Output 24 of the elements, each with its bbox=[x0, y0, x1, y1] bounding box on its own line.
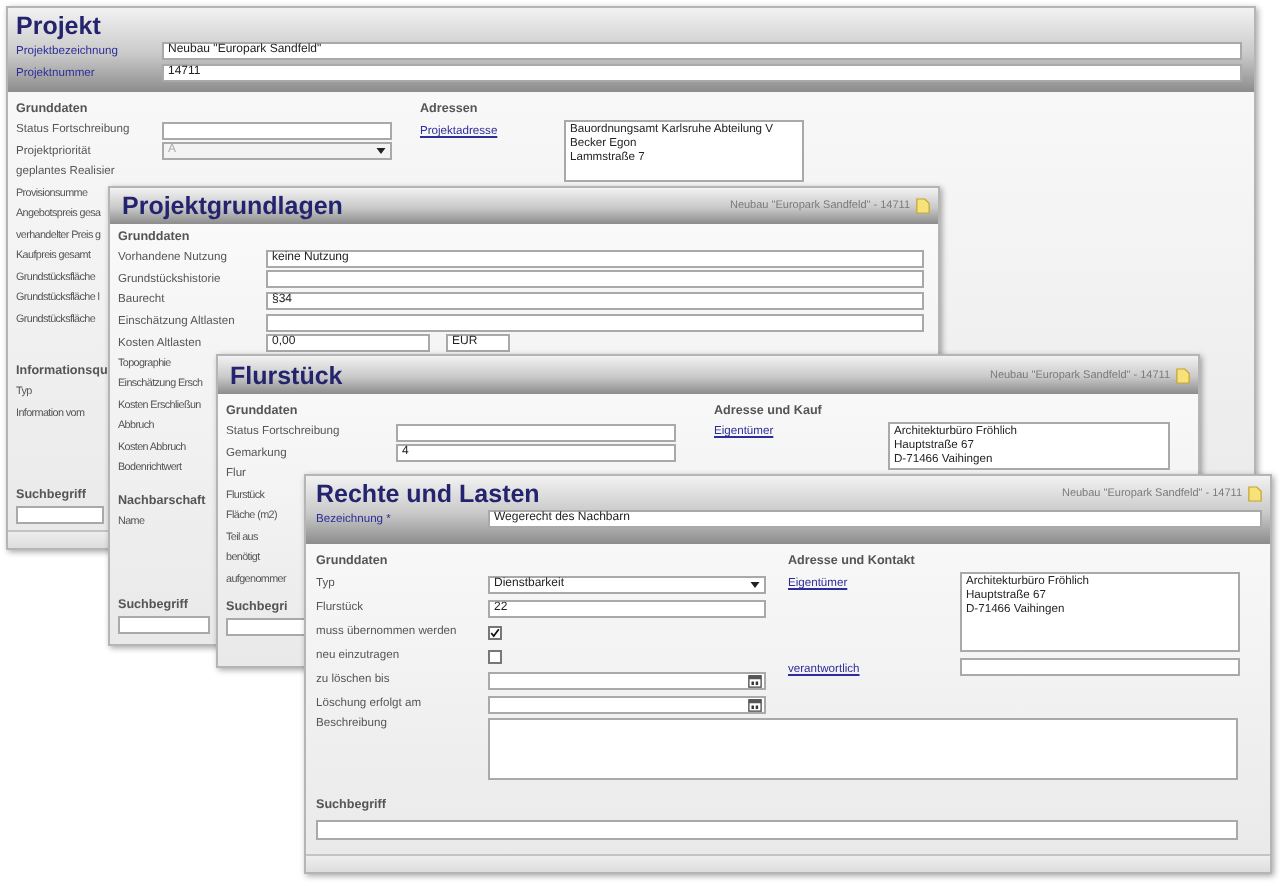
search-field[interactable] bbox=[16, 506, 104, 524]
text-field[interactable] bbox=[266, 270, 924, 289]
text-field[interactable] bbox=[266, 313, 924, 332]
document-icon[interactable] bbox=[1248, 486, 1262, 502]
window-title: Rechte und Lasten bbox=[316, 480, 540, 508]
caret-icon bbox=[376, 148, 386, 155]
window-title: Projekt bbox=[16, 12, 103, 40]
search-field[interactable] bbox=[118, 616, 210, 634]
search-field[interactable] bbox=[226, 618, 306, 637]
document-icon[interactable] bbox=[1176, 367, 1190, 383]
window-title: Projektgrundlagen bbox=[122, 192, 343, 220]
date-field[interactable] bbox=[488, 671, 766, 689]
caret-icon bbox=[750, 581, 760, 587]
checkbox[interactable] bbox=[488, 625, 502, 639]
checkbox[interactable] bbox=[488, 649, 502, 663]
calendar-icon[interactable] bbox=[748, 697, 762, 711]
text-field[interactable] bbox=[396, 423, 676, 442]
text-field[interactable] bbox=[960, 658, 1240, 676]
text-field[interactable] bbox=[162, 121, 392, 140]
calendar-icon[interactable] bbox=[748, 673, 762, 687]
document-icon[interactable] bbox=[916, 198, 930, 214]
window-title: Flurstück bbox=[230, 361, 343, 389]
search-field[interactable] bbox=[316, 820, 1238, 840]
date-field[interactable] bbox=[488, 695, 766, 713]
